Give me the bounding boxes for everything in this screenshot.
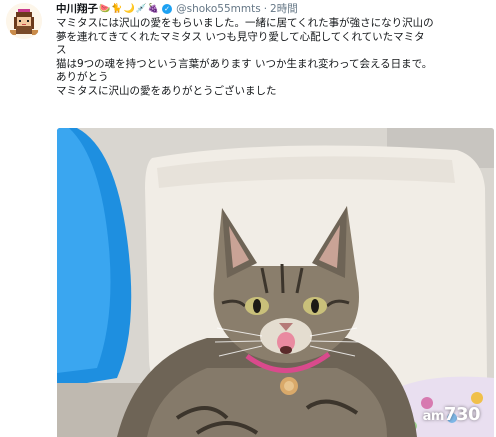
tweet-text-line: ありがとう — [56, 71, 109, 83]
display-name[interactable]: 中川翔子 — [56, 2, 98, 16]
tweet-text-line: マミタスには沢山の愛をもらいました。一緒に居てくれた事が強さになり沢山の — [56, 17, 434, 29]
watermark: am730 — [422, 404, 481, 425]
cat-photo-icon — [57, 128, 494, 437]
tweet-header: 中川翔子 🍉 🐈 🌙 💉 🍇 ✓ @shoko55mmts · 2時間 — [56, 2, 298, 16]
watermelon-icon: 🍉 — [99, 4, 111, 14]
tweet-photo[interactable]: am730 — [57, 128, 494, 437]
user-handle[interactable]: @shoko55mmts — [176, 2, 261, 16]
tweet-text-line: ス — [56, 44, 67, 56]
watermark-prefix: am — [422, 409, 445, 424]
watermark-number: 730 — [443, 404, 481, 425]
tweet-text-line: 夢を連れてきてくれたマミタス いつも見守り愛して心配してくれていたマミタ — [56, 30, 425, 43]
cat-icon: 🐈 — [111, 4, 123, 14]
separator-dot: · — [263, 3, 268, 15]
verified-badge-icon: ✓ — [162, 4, 173, 14]
avatar-icon — [6, 3, 42, 39]
tweet-card: 中川翔子 🍉 🐈 🌙 💉 🍇 ✓ @shoko55mmts · 2時間 マミタス… — [0, 0, 496, 437]
grapes-icon: 🍇 — [147, 4, 160, 14]
user-avatar[interactable] — [6, 3, 42, 39]
tweet-timestamp[interactable]: 2時間 — [270, 2, 298, 16]
tweet-text-line: 猫は9つの魂を持つという言葉があります いつか生まれ変わって会える日まで。 — [56, 57, 433, 70]
syringe-icon: 💉 — [135, 4, 147, 14]
tweet-text-line: マミタスに沢山の愛をありがとうございました — [56, 84, 277, 97]
moon-icon: 🌙 — [123, 4, 135, 14]
tweet-text: マミタスには沢山の愛をもらいました。一緒に居てくれた事が強さになり沢山の 夢を連… — [56, 17, 492, 98]
